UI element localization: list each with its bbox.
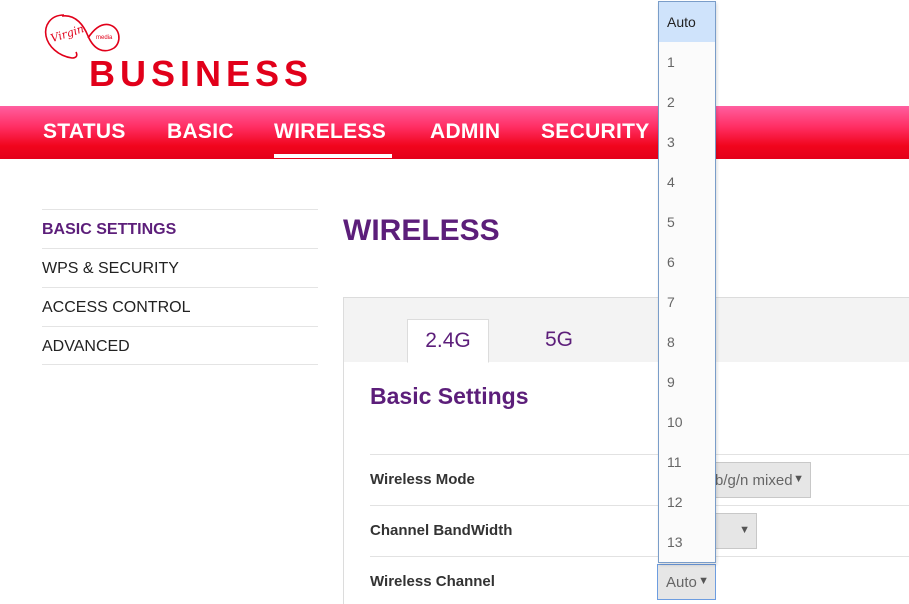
channel-option-13[interactable]: 13 xyxy=(659,522,715,562)
channel-option-2[interactable]: 2 xyxy=(659,82,715,122)
channel-option-10[interactable]: 10 xyxy=(659,402,715,442)
virgin-media-business-logo: Virgin media BUSINESS xyxy=(42,12,332,94)
channel-option-auto[interactable]: Auto xyxy=(659,2,715,42)
page-title: WIRELESS xyxy=(343,214,500,247)
sidebar-item-wps-security[interactable]: WPS & SECURITY xyxy=(42,248,318,287)
row-divider xyxy=(370,505,909,506)
channel-option-4[interactable]: 4 xyxy=(659,162,715,202)
main-nav-bar: STATUS BASIC WIRELESS ADMIN SECURITY xyxy=(0,106,909,159)
nav-status[interactable]: STATUS xyxy=(43,120,126,144)
sidebar-item-basic-settings[interactable]: BASIC SETTINGS xyxy=(42,209,318,248)
nav-basic[interactable]: BASIC xyxy=(167,120,234,144)
channel-option-5[interactable]: 5 xyxy=(659,202,715,242)
logo-wordmark: BUSINESS xyxy=(89,53,314,94)
logo-media-text: media xyxy=(96,35,113,41)
channel-option-3[interactable]: 3 xyxy=(659,122,715,162)
tab-5g[interactable]: 5G xyxy=(518,319,600,363)
wireless-mode-value: b/g/n mixed xyxy=(715,472,793,489)
nav-wireless[interactable]: WIRELESS xyxy=(274,120,386,144)
row-divider xyxy=(370,556,909,557)
tab-2-4g[interactable]: 2.4G xyxy=(407,319,489,363)
row-divider xyxy=(370,454,909,455)
channel-option-7[interactable]: 7 xyxy=(659,282,715,322)
section-title: Basic Settings xyxy=(370,383,529,409)
sidebar-menu: BASIC SETTINGS WPS & SECURITY ACCESS CON… xyxy=(42,209,318,365)
triangle-down-icon: ▼ xyxy=(739,524,750,536)
wireless-channel-dropdown-list[interactable]: Auto 1 2 3 4 5 6 7 8 9 10 11 12 13 xyxy=(658,1,716,563)
sidebar-item-advanced[interactable]: ADVANCED xyxy=(42,326,318,365)
channel-option-6[interactable]: 6 xyxy=(659,242,715,282)
wireless-channel-select[interactable]: Auto ▼ xyxy=(657,564,716,600)
channel-bandwidth-label: Channel BandWidth xyxy=(370,522,513,539)
triangle-down-icon: ▼ xyxy=(698,575,709,587)
channel-option-12[interactable]: 12 xyxy=(659,482,715,522)
wireless-mode-label: Wireless Mode xyxy=(370,471,475,488)
wireless-channel-value: Auto xyxy=(666,574,697,591)
channel-option-8[interactable]: 8 xyxy=(659,322,715,362)
channel-option-1[interactable]: 1 xyxy=(659,42,715,82)
sidebar-item-access-control[interactable]: ACCESS CONTROL xyxy=(42,287,318,326)
channel-option-9[interactable]: 9 xyxy=(659,362,715,402)
logo-script-text: Virgin xyxy=(49,22,86,45)
nav-security[interactable]: SECURITY xyxy=(541,120,650,144)
nav-active-indicator xyxy=(274,154,392,158)
triangle-down-icon: ▼ xyxy=(793,473,804,485)
settings-panel: 2.4G 5G Basic Settings Wireless Mode Cha… xyxy=(343,297,909,604)
channel-option-11[interactable]: 11 xyxy=(659,442,715,482)
wireless-channel-label: Wireless Channel xyxy=(370,573,495,590)
nav-admin[interactable]: ADMIN xyxy=(430,120,500,144)
